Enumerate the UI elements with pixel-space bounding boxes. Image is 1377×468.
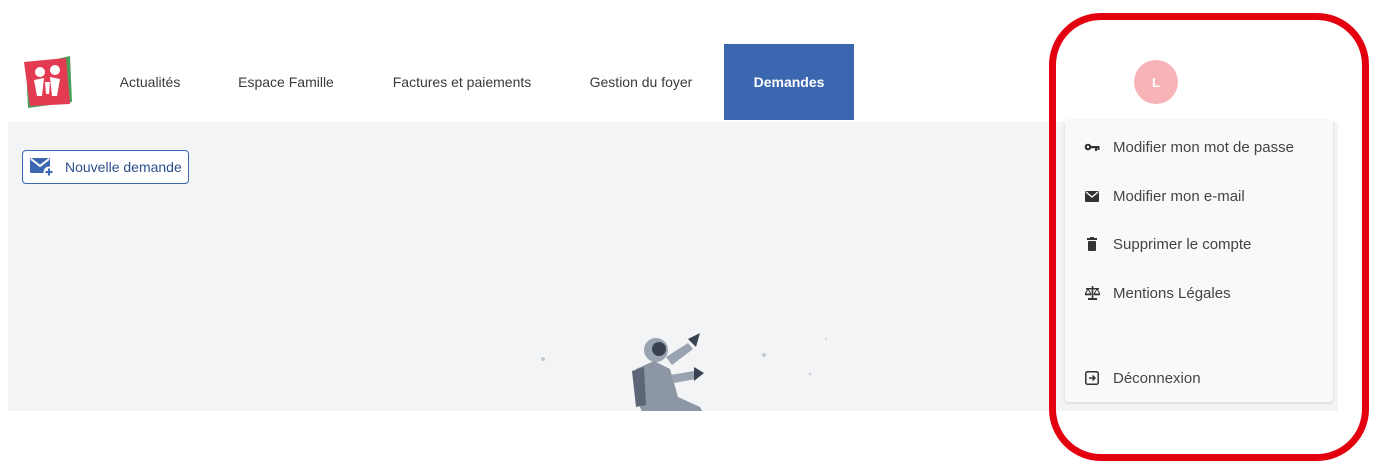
menu-item-label: Modifier mon e-mail (1113, 187, 1245, 205)
nav-label: Demandes (753, 74, 825, 90)
logout-icon (1083, 369, 1101, 387)
nav-label: Factures et paiements (392, 74, 532, 90)
nav-factures-paiements[interactable]: Factures et paiements (374, 44, 550, 120)
menu-delete-account[interactable]: Supprimer le compte (1065, 224, 1333, 264)
menu-item-label: Supprimer le compte (1113, 235, 1252, 253)
new-request-label: Nouvelle demande (65, 159, 182, 175)
nav-label: Espace Famille (238, 74, 334, 90)
menu-change-email[interactable]: Modifier mon e-mail (1065, 176, 1333, 216)
trash-icon (1083, 235, 1101, 253)
page: Actualités Espace Famille Factures et pa… (0, 0, 1377, 468)
avatar-initial: L (1152, 74, 1160, 90)
user-avatar[interactable]: L (1134, 60, 1178, 104)
menu-item-label: Déconnexion (1113, 369, 1201, 387)
new-mail-icon (30, 158, 55, 178)
top-navigation: Actualités Espace Famille Factures et pa… (8, 44, 1338, 122)
new-request-button[interactable]: Nouvelle demande (22, 150, 189, 184)
key-icon (1083, 138, 1101, 156)
menu-item-label: Modifier mon mot de passe (1113, 138, 1294, 156)
nav-label: Actualités (119, 74, 181, 90)
nav-gestion-foyer[interactable]: Gestion du foyer (574, 44, 708, 120)
nav-actualites[interactable]: Actualités (100, 44, 200, 120)
nav-demandes[interactable]: Demandes (724, 44, 854, 120)
menu-change-password[interactable]: Modifier mon mot de passe (1065, 127, 1333, 167)
app-logo[interactable] (22, 52, 74, 110)
menu-legal-notice[interactable]: Mentions Légales (1065, 273, 1333, 313)
nav-espace-famille[interactable]: Espace Famille (222, 44, 350, 120)
astronaut-illustration (541, 333, 828, 411)
menu-item-label: Mentions Légales (1113, 284, 1231, 302)
envelope-icon (1083, 187, 1101, 205)
user-menu-dropdown: Modifier mon mot de passe Modifier mon e… (1065, 120, 1333, 402)
menu-logout[interactable]: Déconnexion (1065, 358, 1333, 398)
scale-icon (1083, 284, 1101, 302)
nav-label: Gestion du foyer (589, 74, 693, 90)
